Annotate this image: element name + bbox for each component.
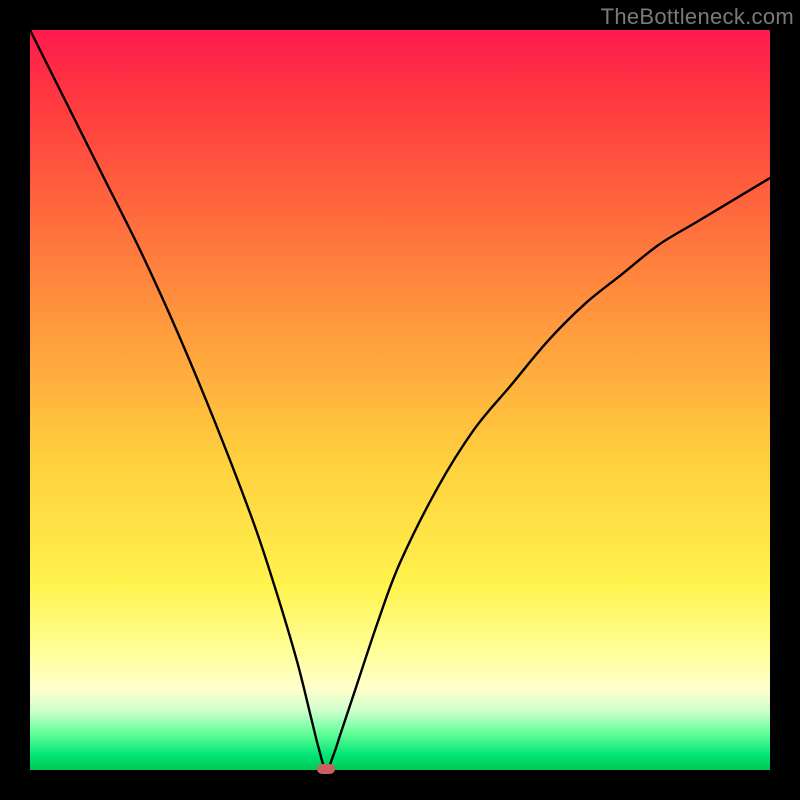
bottleneck-curve — [30, 30, 770, 770]
watermark-text: TheBottleneck.com — [601, 4, 794, 30]
outer-frame: TheBottleneck.com — [0, 0, 800, 800]
plot-area — [30, 30, 770, 770]
minimum-marker — [317, 764, 335, 774]
curve-path — [30, 30, 770, 770]
